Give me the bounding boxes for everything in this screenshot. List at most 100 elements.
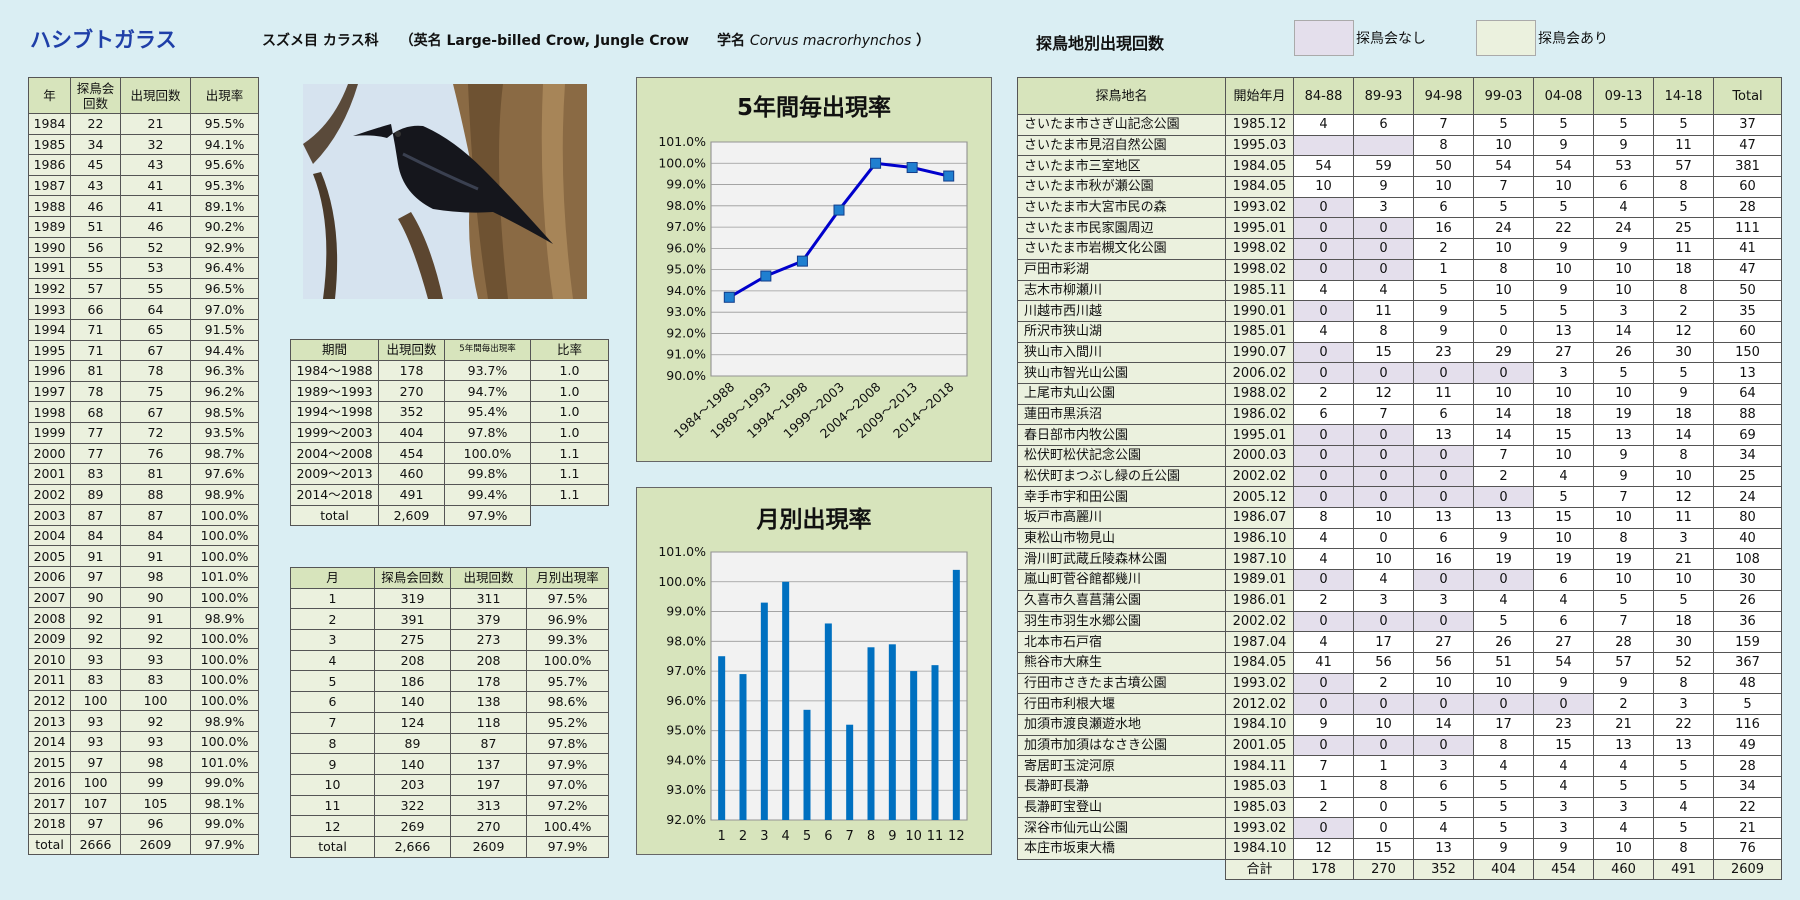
table-cell: 186 (374, 670, 451, 693)
table-cell: 97 (70, 566, 121, 588)
table-cell: 92 (70, 607, 121, 629)
table-cell: 97.2% (526, 794, 609, 817)
table-row: 1993 66 64 97.0% (28, 298, 259, 320)
site-start: 1990.01 (1225, 300, 1294, 322)
table-cell: 270 (450, 815, 527, 837)
site-count: 2 (1593, 693, 1654, 715)
site-count: 0 (1353, 693, 1414, 715)
site-name: 幸手市宇和田公園 (1017, 486, 1226, 509)
table-row: 2014 93 93 100.0% (28, 730, 259, 753)
y-tick-label: 95.0% (666, 723, 706, 738)
table-cell: 53 (120, 257, 191, 279)
table-cell: 1.1 (530, 483, 609, 506)
table-header-row: 探鳥地名 開始年月 84-88 89-93 94-98 99-03 04-08 09-13 14… (1017, 77, 1782, 115)
table-cell: 45 (70, 154, 121, 176)
site-count: 23 (1413, 341, 1474, 364)
bar (867, 647, 875, 820)
y-tick-label: 101.0% (658, 544, 706, 559)
total-cell: 2609 (450, 835, 527, 858)
site-count: 6 (1593, 176, 1654, 198)
site-start: 1984.11 (1225, 755, 1294, 777)
table-row: 1998 68 67 98.5% (28, 401, 259, 423)
site-count: 9 (1293, 713, 1354, 736)
table-cell: 140 (374, 753, 451, 775)
site-total: 60 (1713, 176, 1782, 198)
site-count: 26 (1473, 631, 1534, 653)
site-count: 24 (1473, 217, 1534, 240)
site-total: 40 (1713, 527, 1782, 550)
site-count: 5 (1473, 114, 1534, 136)
total-row: total 2,666 2609 97.9% (290, 835, 609, 858)
site-count: 7 (1293, 755, 1354, 777)
site-count: 9 (1533, 134, 1594, 157)
table-cell: 84 (120, 524, 191, 547)
site-count: 5 (1593, 776, 1654, 798)
table-cell: 99.0% (190, 772, 259, 794)
table-cell: 124 (374, 711, 451, 734)
site-start: 1993.02 (1225, 196, 1294, 219)
table-cell: 97.8% (444, 421, 531, 444)
site-count: 27 (1533, 631, 1594, 653)
site-start: 1990.07 (1225, 341, 1294, 364)
site-count: 7 (1593, 486, 1654, 509)
bar-chart: 92.0% 93.0% 94.0% 95.0% 96.0% 97.0% 98.0% 99.0%… (658, 544, 968, 844)
site-count: 13 (1413, 424, 1474, 446)
table-cell: 2009 (28, 627, 71, 650)
table-cell: 1984～1988 (290, 359, 379, 382)
data-point (943, 170, 955, 182)
site-start: 1993.02 (1225, 817, 1294, 840)
table-cell: 2008 (28, 607, 71, 629)
site-count: 0 (1293, 217, 1354, 240)
site-row: 戸田市彩湖 1998.02 0 0 1 8 10 10 18 47 (1017, 258, 1782, 281)
data-point (796, 255, 808, 267)
site-start: 1995.01 (1225, 217, 1294, 240)
table-cell: 9 (290, 753, 375, 775)
table-cell: 1993 (28, 298, 71, 320)
species-info: スズメ目 カラス科 （英名 Large-billed Crow, Jungle … (262, 30, 930, 50)
site-count: 8 (1293, 507, 1354, 529)
table-cell: 97.0% (190, 298, 259, 320)
site-row: 長瀞町宝登山 1985.03 2 0 5 5 3 3 4 22 (1017, 796, 1782, 819)
site-name: 長瀞町宝登山 (1017, 796, 1226, 819)
table-cell: 93 (70, 648, 121, 671)
table-row: 2000 77 76 98.7% (28, 442, 259, 465)
table-cell: 91 (120, 545, 191, 568)
site-count: 10 (1293, 176, 1354, 198)
site-count: 2 (1473, 465, 1534, 488)
site-row: さいたま市さぎ山記念公園 1985.12 4 6 7 5 5 5 5 37 (1017, 114, 1782, 136)
site-count: 9 (1593, 238, 1654, 260)
column-header: 94-98 (1413, 77, 1474, 115)
table-cell: 91.5% (190, 318, 259, 341)
site-count: 4 (1533, 755, 1594, 777)
site-total: 30 (1713, 569, 1782, 591)
table-row: 2011 83 83 100.0% (28, 669, 259, 691)
site-count: 15 (1533, 734, 1594, 757)
site-count: 8 (1353, 776, 1414, 798)
site-count: 0 (1473, 486, 1534, 509)
total-cell: total (28, 833, 71, 856)
table-cell: 46 (70, 195, 121, 217)
column-header: 84-88 (1293, 77, 1354, 115)
column-header: 14-18 (1653, 77, 1714, 115)
site-name: 松伏町まつぶし緑の丘公園 (1017, 465, 1226, 488)
site-row: 長瀞町長瀞 1985.03 1 8 6 5 4 5 5 34 (1017, 776, 1782, 798)
site-row: 狭山市入間川 1990.07 0 15 23 29 27 26 30 150 (1017, 341, 1782, 364)
table-cell: 107 (70, 792, 121, 815)
site-count: 9 (1593, 465, 1654, 488)
site-total: 64 (1713, 382, 1782, 405)
site-count: 0 (1353, 527, 1414, 550)
site-count: 8 (1473, 734, 1534, 757)
table-cell: 140 (374, 691, 451, 713)
site-total: 36 (1713, 610, 1782, 633)
table-cell: 91 (70, 545, 121, 568)
y-tick-label: 91.0% (666, 347, 706, 362)
total-cell: 2609 (1713, 858, 1782, 881)
y-tick-label: 93.0% (666, 782, 706, 797)
site-table: 探鳥地名 開始年月 84-88 89-93 94-98 99-03 04-08 09-13 14… (1017, 77, 1782, 881)
site-count: 13 (1473, 507, 1534, 529)
table-cell: 10 (290, 773, 375, 796)
table-cell: 89.1% (190, 195, 259, 217)
site-count: 11 (1653, 134, 1714, 157)
site-count: 3 (1653, 693, 1714, 715)
site-count: 5 (1413, 796, 1474, 819)
